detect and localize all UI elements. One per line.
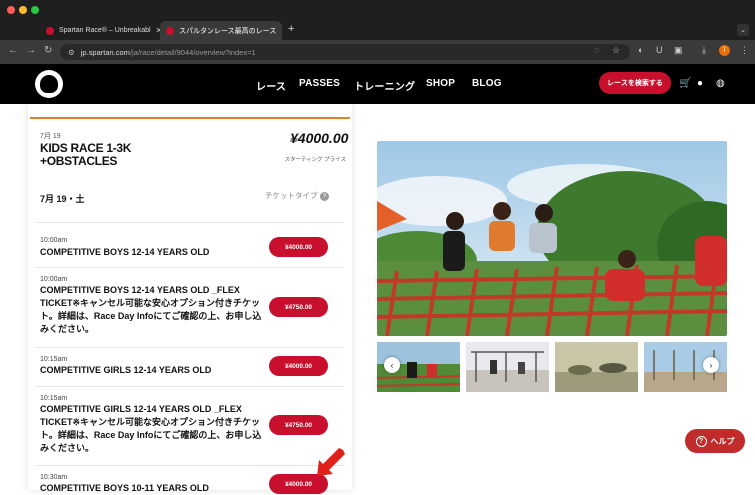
extension-u-icon[interactable]: U: [656, 45, 663, 55]
event-time: 10:30am: [40, 474, 68, 481]
buy-ticket-button[interactable]: ¥4750.00: [269, 297, 328, 317]
download-icon[interactable]: ⤓: [702, 45, 706, 56]
ticket-type-help-icon[interactable]: ?: [320, 192, 329, 201]
address-bar[interactable]: ⚙ jp.spartan.com/ja/race/detail/9044/ove…: [60, 44, 630, 60]
maximize-window-dot[interactable]: [31, 6, 39, 14]
tab-spartan-home[interactable]: Spartan Race® – Unbreakabl ✕: [40, 21, 160, 40]
gallery-thumbnail[interactable]: [555, 342, 638, 392]
race-date: 7月 19・土: [40, 194, 85, 204]
buy-ticket-button[interactable]: ¥4000.00: [269, 356, 328, 376]
event-time: 10:00am: [40, 276, 68, 283]
puzzle-icon[interactable]: ▣: [674, 45, 683, 56]
divider: [36, 465, 344, 466]
spartan-logo[interactable]: [35, 70, 63, 98]
divider: [36, 347, 344, 348]
globe-icon[interactable]: ◍: [716, 78, 725, 89]
spartan-favicon: [46, 26, 54, 35]
back-icon[interactable]: ←: [8, 45, 18, 56]
divider: [36, 267, 344, 268]
tab-title: スパルタンレース最高のレース: [179, 27, 277, 35]
tab-title: Spartan Race® – Unbreakabl: [59, 27, 151, 34]
profile-avatar[interactable]: T: [719, 45, 730, 56]
gallery-next-button[interactable]: ›: [703, 357, 719, 373]
event-name: COMPETITIVE GIRLS 12-14 YEARS OLD _FLEX …: [40, 404, 262, 453]
help-question-icon: ?: [695, 435, 707, 447]
extension-icon[interactable]: ◐: [638, 45, 643, 55]
kids-obstacle-photo: [377, 141, 727, 336]
buy-ticket-button[interactable]: ¥4750.00: [269, 415, 328, 435]
thumbnail-image: [466, 342, 549, 392]
buy-ticket-button[interactable]: ¥4000.00: [269, 237, 328, 257]
url-host: jp.spartan.com: [80, 47, 130, 57]
red-pointer-arrow-icon: [317, 448, 345, 476]
new-tab-button[interactable]: +: [288, 23, 294, 35]
spartan-helmet-icon: [40, 75, 58, 93]
site-info-icon[interactable]: ⚙: [68, 48, 75, 57]
eye-off-icon[interactable]: ◌: [594, 45, 599, 55]
minimize-window-dot[interactable]: [19, 6, 27, 14]
tab-race-detail[interactable]: スパルタンレース最高のレース ✕: [160, 21, 282, 40]
tab-list-button[interactable]: ⌄: [737, 24, 749, 36]
divider: [36, 222, 344, 223]
event-time: 10:15am: [40, 356, 68, 363]
race-title: KIDS RACE 1-3K +OBSTACLES: [40, 141, 132, 168]
nav-shop[interactable]: SHOP: [426, 78, 455, 89]
spartan-favicon: [166, 26, 174, 35]
gallery-prev-button[interactable]: ‹: [384, 357, 400, 373]
close-tab-icon[interactable]: ✕: [151, 26, 160, 35]
divider: [36, 386, 344, 387]
help-widget-label: ヘルプ: [710, 436, 735, 446]
event-name: COMPETITIVE BOYS 12-14 YEARS OLD: [40, 247, 210, 257]
event-name: COMPETITIVE BOYS 12-14 YEARS OLD _FLEX T…: [40, 285, 262, 334]
reload-icon[interactable]: ↻: [44, 45, 52, 56]
menu-kebab-icon[interactable]: ⋮: [740, 45, 749, 56]
nav-training[interactable]: トレーニング: [354, 78, 415, 93]
search-race-button[interactable]: レースを検索する: [599, 72, 671, 94]
starting-price: ¥4000.00: [290, 130, 349, 146]
accent-divider: [30, 117, 350, 119]
event-name: COMPETITIVE GIRLS 12-14 YEARS OLD: [40, 365, 212, 375]
close-tab-icon[interactable]: ✕: [276, 26, 282, 35]
nav-passes[interactable]: PASSES: [299, 78, 340, 89]
gallery-thumbnail[interactable]: [466, 342, 549, 392]
url-path: /ja/race/detail/9044/overview?index=1: [129, 47, 256, 57]
forward-icon[interactable]: →: [26, 45, 36, 56]
account-icon[interactable]: ●: [697, 78, 703, 89]
cart-icon[interactable]: 🛒: [679, 78, 691, 89]
race-hero-photo: [377, 141, 727, 336]
nav-blog[interactable]: BLOG: [472, 78, 502, 89]
close-window-dot[interactable]: [7, 6, 15, 14]
event-time: 10:15am: [40, 395, 68, 402]
nav-races[interactable]: レース: [256, 78, 286, 93]
race-date-small: 7月 19: [40, 133, 61, 140]
profile-initial: T: [722, 47, 727, 54]
starting-price-label: スターティング プライス: [284, 157, 346, 163]
bookmark-star-icon[interactable]: ☆: [612, 45, 620, 56]
help-widget-button[interactable]: ? ヘルプ: [685, 429, 745, 453]
ticket-type-label: チケットタイプ: [265, 191, 318, 200]
event-name: COMPETITIVE BOYS 10-11 YEARS OLD: [40, 483, 209, 493]
thumbnail-image: [555, 342, 638, 392]
event-time: 10:00am: [40, 237, 68, 244]
